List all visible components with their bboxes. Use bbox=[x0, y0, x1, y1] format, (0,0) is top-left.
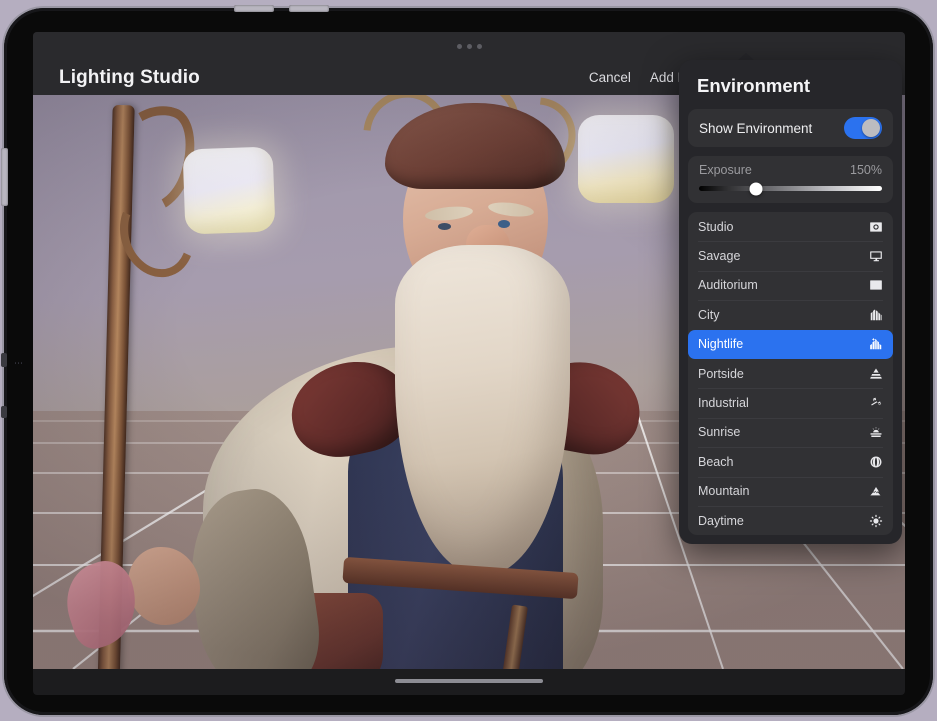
grabber-dot bbox=[476, 43, 482, 49]
environment-item-label: Nightlife bbox=[698, 337, 744, 352]
environment-item-label: Savage bbox=[698, 249, 741, 264]
environment-item-daytime[interactable]: Daytime bbox=[688, 505, 893, 535]
exposure-value: 150% bbox=[850, 163, 882, 177]
environment-item-label: Daytime bbox=[698, 513, 744, 528]
home-indicator[interactable] bbox=[395, 679, 543, 683]
exposure-control: Exposure 150% bbox=[688, 156, 893, 203]
environment-item-city[interactable]: City bbox=[688, 300, 893, 329]
show-environment-card: Show Environment bbox=[688, 109, 893, 147]
environment-item-label: Studio bbox=[698, 219, 734, 234]
environment-item-nightlife[interactable]: Nightlife bbox=[688, 329, 893, 359]
lighthouse-icon bbox=[868, 366, 883, 381]
exposure-slider[interactable] bbox=[699, 182, 882, 195]
frame-speaker-dots: ⋯ bbox=[14, 358, 24, 368]
environment-item-label: Portside bbox=[698, 366, 744, 381]
exposure-slider-knob[interactable] bbox=[749, 182, 763, 195]
aperture-icon bbox=[868, 219, 883, 234]
skyline-icon bbox=[868, 337, 883, 352]
sunrise-icon bbox=[868, 425, 883, 440]
show-environment-row[interactable]: Show Environment bbox=[688, 109, 893, 147]
panel-title: Environment bbox=[697, 75, 811, 96]
environment-item-label: Mountain bbox=[698, 484, 750, 499]
environment-item-beach[interactable]: Beach bbox=[688, 447, 893, 476]
environment-item-mountain[interactable]: Mountain bbox=[688, 476, 893, 506]
grabber-dot bbox=[466, 43, 472, 49]
environment-item-label: Beach bbox=[698, 454, 734, 469]
star-box-icon bbox=[868, 278, 883, 293]
power-button[interactable] bbox=[1, 148, 8, 206]
cancel-button[interactable]: Cancel bbox=[589, 70, 631, 85]
gears-icon bbox=[868, 396, 883, 411]
exposure-label: Exposure bbox=[699, 163, 752, 177]
mountain-icon bbox=[868, 484, 883, 499]
exposure-header: Exposure 150% bbox=[699, 163, 882, 177]
buildings-icon bbox=[868, 307, 883, 322]
environment-item-label: Auditorium bbox=[698, 278, 758, 293]
toggle-knob bbox=[862, 119, 880, 137]
frame-port-top bbox=[1, 353, 7, 367]
environment-list: Studio Savage Auditorium City Nightlife Ports… bbox=[688, 212, 893, 536]
environment-item-sunrise[interactable]: Sunrise bbox=[688, 417, 893, 447]
volume-up-button[interactable] bbox=[234, 5, 274, 12]
environment-panel: Environment Show Environment Exposure 15… bbox=[679, 60, 902, 545]
window-grabber-handle[interactable] bbox=[33, 32, 905, 60]
show-environment-toggle[interactable] bbox=[844, 117, 882, 139]
environment-item-portside[interactable]: Portside bbox=[688, 359, 893, 388]
device-screen: Lighting Studio Cancel Add Light Environ… bbox=[33, 32, 905, 695]
ipad-device-frame: ⋯ Lighting Studio Cancel Add Light Envir… bbox=[1, 5, 933, 715]
environment-item-label: Industrial bbox=[698, 396, 749, 411]
frame-port-bottom bbox=[1, 406, 7, 418]
sun-icon bbox=[868, 513, 883, 528]
exposure-card: Exposure 150% bbox=[688, 156, 893, 203]
volume-down-button[interactable] bbox=[289, 5, 329, 12]
environment-item-studio[interactable]: Studio bbox=[688, 212, 893, 241]
monitor-icon bbox=[868, 249, 883, 264]
grabber-dot bbox=[456, 43, 462, 49]
environment-item-savage[interactable]: Savage bbox=[688, 241, 893, 270]
page-title: Lighting Studio bbox=[59, 66, 200, 88]
shell-icon bbox=[868, 454, 883, 469]
environment-item-label: City bbox=[698, 307, 720, 322]
environment-item-auditorium[interactable]: Auditorium bbox=[688, 270, 893, 300]
environment-item-industrial[interactable]: Industrial bbox=[688, 388, 893, 417]
environment-item-label: Sunrise bbox=[698, 425, 741, 440]
show-environment-label: Show Environment bbox=[699, 120, 813, 136]
